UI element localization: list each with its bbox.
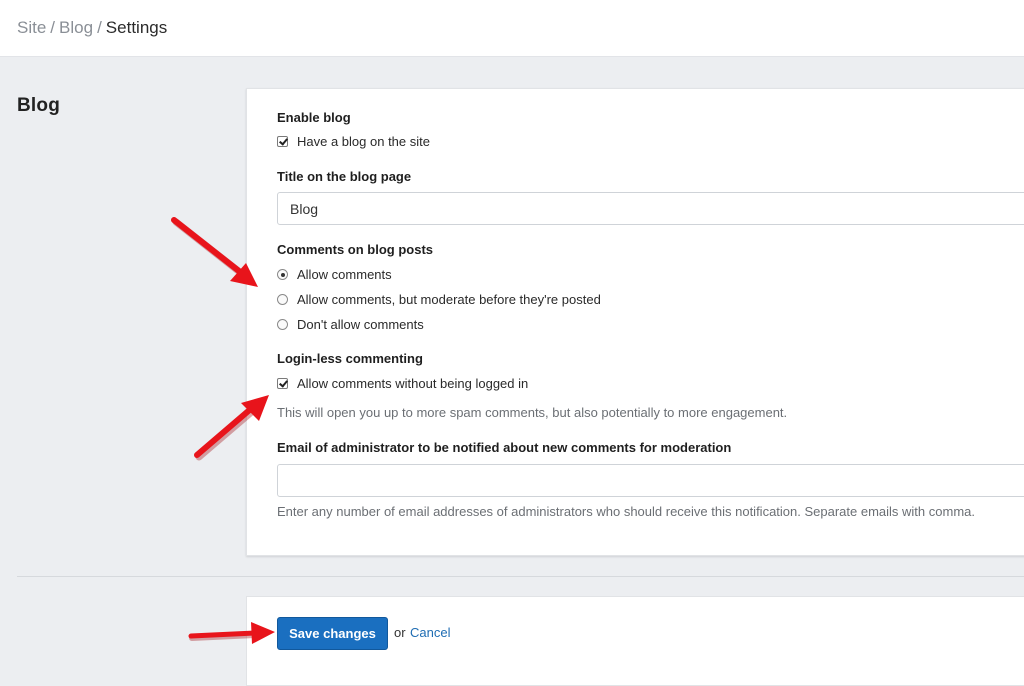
- disallow-comments-radio[interactable]: [277, 319, 288, 330]
- breadcrumb-item-blog[interactable]: Blog: [59, 18, 93, 37]
- red-arrow-icon: [188, 622, 275, 644]
- loginless-option[interactable]: Allow comments without being logged in: [277, 376, 528, 391]
- red-arrow-icon: [171, 217, 258, 287]
- breadcrumb: Site / Blog / Settings: [17, 17, 167, 39]
- section-title: Blog: [17, 95, 61, 116]
- top-bar: Site / Blog / Settings: [0, 0, 1024, 57]
- blog-title-label: Title on the blog page: [277, 169, 412, 184]
- save-changes-button[interactable]: Save changes: [277, 617, 388, 650]
- allow-comments-label[interactable]: Allow comments: [297, 267, 392, 282]
- section-divider: [17, 576, 1024, 577]
- admin-email-hint: Enter any number of email addresses of a…: [277, 504, 975, 519]
- loginless-checkbox-label[interactable]: Allow comments without being logged in: [297, 376, 528, 391]
- admin-email-input[interactable]: [277, 464, 1024, 497]
- loginless-checkbox[interactable]: [277, 378, 288, 389]
- cancel-link[interactable]: Cancel: [410, 625, 450, 640]
- actions-panel: Save changes or Cancel: [246, 596, 1024, 686]
- blog-title-input[interactable]: [277, 192, 1024, 225]
- comments-option-moderate[interactable]: Allow comments, but moderate before they…: [277, 292, 601, 307]
- moderate-comments-radio[interactable]: [277, 294, 288, 305]
- or-text: or: [394, 625, 406, 640]
- admin-email-label: Email of administrator to be notified ab…: [277, 440, 732, 455]
- comments-option-allow[interactable]: Allow comments: [277, 267, 392, 282]
- settings-panel: Enable blog Have a blog on the site Titl…: [246, 88, 1024, 556]
- loginless-label: Login-less commenting: [277, 351, 423, 366]
- enable-blog-option[interactable]: Have a blog on the site: [277, 134, 430, 149]
- red-arrow-icon: [194, 395, 269, 461]
- breadcrumb-separator: /: [50, 18, 56, 37]
- comments-option-disallow[interactable]: Don't allow comments: [277, 317, 424, 332]
- enable-blog-checkbox[interactable]: [277, 136, 288, 147]
- loginless-hint: This will open you up to more spam comme…: [277, 405, 788, 420]
- comments-label: Comments on blog posts: [277, 242, 433, 257]
- enable-blog-checkbox-label[interactable]: Have a blog on the site: [297, 134, 430, 149]
- disallow-comments-label[interactable]: Don't allow comments: [297, 317, 424, 332]
- breadcrumb-current: Settings: [105, 18, 168, 37]
- enable-blog-label: Enable blog: [277, 110, 351, 125]
- breadcrumb-separator: /: [97, 18, 102, 37]
- moderate-comments-label[interactable]: Allow comments, but moderate before they…: [297, 292, 601, 307]
- breadcrumb-item-site[interactable]: Site: [17, 18, 46, 37]
- allow-comments-radio[interactable]: [277, 269, 288, 280]
